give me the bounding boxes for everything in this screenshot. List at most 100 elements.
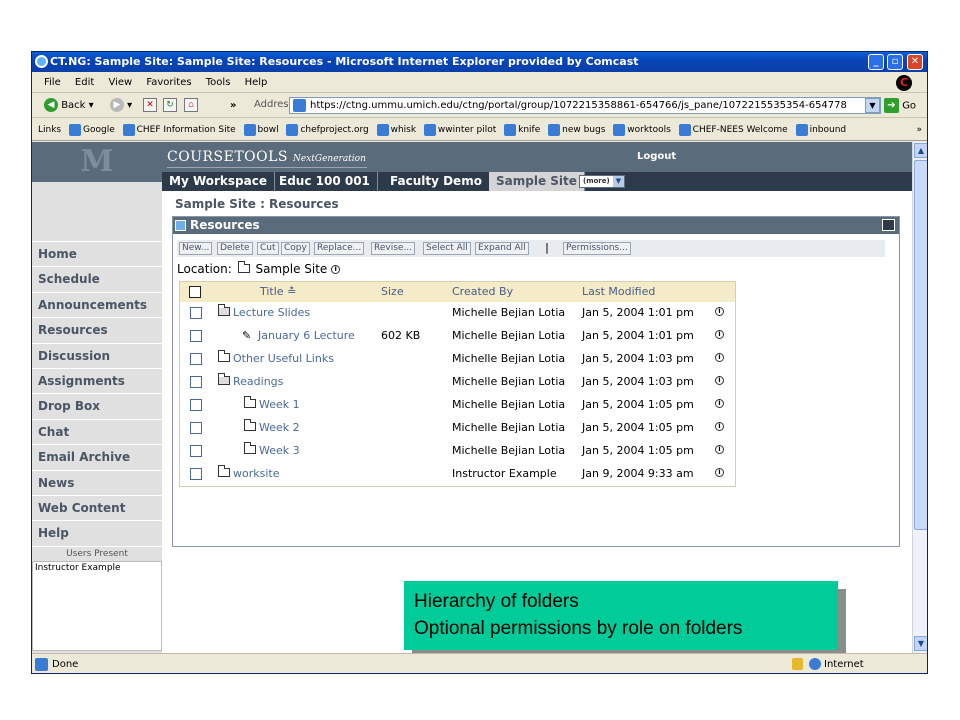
maximize-button[interactable]: ▫ (887, 54, 903, 70)
sidebar-item-assignments[interactable]: Assignments (32, 369, 162, 395)
cut-button[interactable]: Cut (257, 242, 279, 255)
table-row: Other Useful Links Michelle Bejian Lotia J… (180, 348, 735, 371)
item-last-modified: Jan 5, 2004 1:01 pm (582, 329, 694, 342)
expand-all-button[interactable]: Expand All (475, 242, 529, 255)
row-checkbox[interactable] (190, 399, 202, 411)
logout-link[interactable]: Logout (637, 151, 676, 162)
go-button[interactable]: ➔ Go (884, 98, 916, 113)
link-bowl[interactable]: bowl (243, 123, 279, 136)
sidebar-item-email-archive[interactable]: Email Archive (32, 445, 162, 471)
sidebar-item-help[interactable]: Help (32, 521, 162, 547)
tab-my-workspace[interactable]: My Workspace (162, 172, 275, 191)
menu-view[interactable]: View (108, 77, 132, 88)
select-all-button[interactable]: Select All (423, 242, 471, 255)
address-input[interactable]: https://ctng.ummu.umich.edu/ctng/portal/… (289, 97, 881, 114)
menu-edit[interactable]: Edit (75, 77, 94, 88)
folder-open-icon (218, 304, 230, 316)
item-title-link[interactable]: Other Useful Links (216, 348, 334, 370)
sidebar-item-home[interactable]: Home (32, 242, 162, 268)
tab-sample-site[interactable]: Sample Site (489, 172, 585, 191)
replace-button[interactable]: Replace... (314, 242, 365, 255)
back-button[interactable]: ◀ Back ▾ (44, 98, 94, 114)
info-icon[interactable]: i (331, 265, 341, 274)
scroll-thumb[interactable] (914, 160, 927, 530)
table-row: Week 1 Michelle Bejian Lotia Jan 5, 2004 1… (180, 394, 735, 417)
item-title-link[interactable]: ✎ January 6 Lecture (242, 325, 355, 347)
link-wwinter-pilot[interactable]: wwinter pilot (423, 123, 496, 136)
link-google[interactable]: Google (69, 123, 115, 136)
row-checkbox[interactable] (190, 353, 202, 365)
tab-educ-100-001[interactable]: Educ 100 001 (272, 172, 378, 191)
link-whisk[interactable]: whisk (376, 123, 416, 136)
sidebar-item-resources[interactable]: Resources (32, 318, 162, 344)
info-icon[interactable]: i (715, 445, 724, 454)
row-checkbox[interactable] (190, 376, 202, 388)
info-icon[interactable]: i (715, 376, 724, 385)
info-icon[interactable]: i (715, 422, 724, 431)
item-title-link[interactable]: Readings (216, 371, 283, 393)
sidebar-item-chat[interactable]: Chat (32, 420, 162, 446)
sidebar-item-web-content[interactable]: Web Content (32, 496, 162, 522)
row-checkbox[interactable] (190, 307, 202, 319)
sidebar-item-discussion[interactable]: Discussion (32, 344, 162, 369)
sidebar-item-news[interactable]: News (32, 471, 162, 496)
refresh-icon: ↻ (163, 98, 177, 112)
item-title-link[interactable]: Week 1 (242, 394, 300, 416)
link-worktools[interactable]: worktools (613, 123, 671, 136)
minimize-button[interactable]: _ (868, 54, 884, 70)
sidebar-item-drop-box[interactable]: Drop Box (32, 394, 162, 420)
menu-tools[interactable]: Tools (206, 77, 231, 88)
scroll-up-button[interactable]: ▲ (914, 143, 927, 158)
menu-help[interactable]: Help (245, 77, 268, 88)
menu-file[interactable]: File (44, 77, 61, 88)
revise-button[interactable]: Revise... (371, 242, 416, 255)
link-knife[interactable]: knife (504, 123, 540, 136)
row-checkbox[interactable] (190, 468, 202, 480)
home-button[interactable]: ⌂ (184, 98, 198, 114)
tab-faculty-demo[interactable]: Faculty Demo (383, 172, 490, 191)
item-title-link[interactable]: Week 2 (242, 417, 300, 439)
stop-button[interactable]: ✕ (143, 98, 157, 114)
info-icon[interactable]: i (715, 468, 724, 477)
link-inbound[interactable]: inbound (795, 123, 846, 136)
maximize-portlet-icon[interactable] (882, 219, 895, 231)
sidebar-item-schedule[interactable]: Schedule (32, 267, 162, 293)
link-page-icon (548, 123, 561, 136)
select-all-checkbox[interactable] (189, 286, 201, 298)
item-title-link[interactable]: worksite (216, 463, 280, 485)
item-title-link[interactable]: Week 3 (242, 440, 300, 462)
item-created-by: Michelle Bejian Lotia (452, 444, 566, 457)
item-last-modified: Jan 5, 2004 1:03 pm (582, 352, 694, 365)
link-chefproject[interactable]: chefproject.org (286, 123, 369, 136)
copy-button[interactable]: Copy (281, 242, 310, 255)
refresh-button[interactable]: ↻ (163, 98, 177, 114)
info-icon[interactable]: i (715, 307, 724, 316)
row-checkbox[interactable] (190, 422, 202, 434)
toolbar-chevron[interactable]: » (230, 98, 236, 114)
info-icon[interactable]: i (715, 353, 724, 362)
item-created-by: Michelle Bejian Lotia (452, 329, 566, 342)
links-more-chevron[interactable]: » (916, 119, 922, 141)
link-chef-nees-welcome[interactable]: CHEF-NEES Welcome (678, 123, 788, 136)
sidebar-item-announcements[interactable]: Announcements (32, 293, 162, 319)
item-created-by: Michelle Bejian Lotia (452, 398, 566, 411)
address-dropdown-button[interactable]: ▼ (865, 98, 880, 113)
item-title-link[interactable]: Lecture Slides (216, 302, 310, 324)
column-last-modified: Last Modified (582, 285, 656, 298)
scroll-down-button[interactable]: ▼ (914, 636, 927, 651)
new-button[interactable]: New... (179, 242, 213, 255)
link-new-bugs[interactable]: new bugs (548, 123, 605, 136)
info-icon[interactable]: i (715, 399, 724, 408)
permissions-button[interactable]: Permissions... (563, 242, 631, 255)
forward-button[interactable]: ▶ ▾ (110, 98, 132, 114)
more-sites-select[interactable]: (more) ▼ (579, 175, 625, 188)
vertical-scrollbar[interactable]: ▲ ▼ (912, 142, 927, 653)
column-title[interactable]: Title ≛ (260, 282, 296, 302)
row-checkbox[interactable] (190, 330, 202, 342)
info-icon[interactable]: i (715, 330, 724, 339)
delete-button[interactable]: Delete (217, 242, 253, 255)
link-chef-information-site[interactable]: CHEF Information Site (122, 123, 236, 136)
row-checkbox[interactable] (190, 445, 202, 457)
close-button[interactable]: ✕ (907, 54, 923, 70)
menu-favorites[interactable]: Favorites (146, 77, 191, 88)
